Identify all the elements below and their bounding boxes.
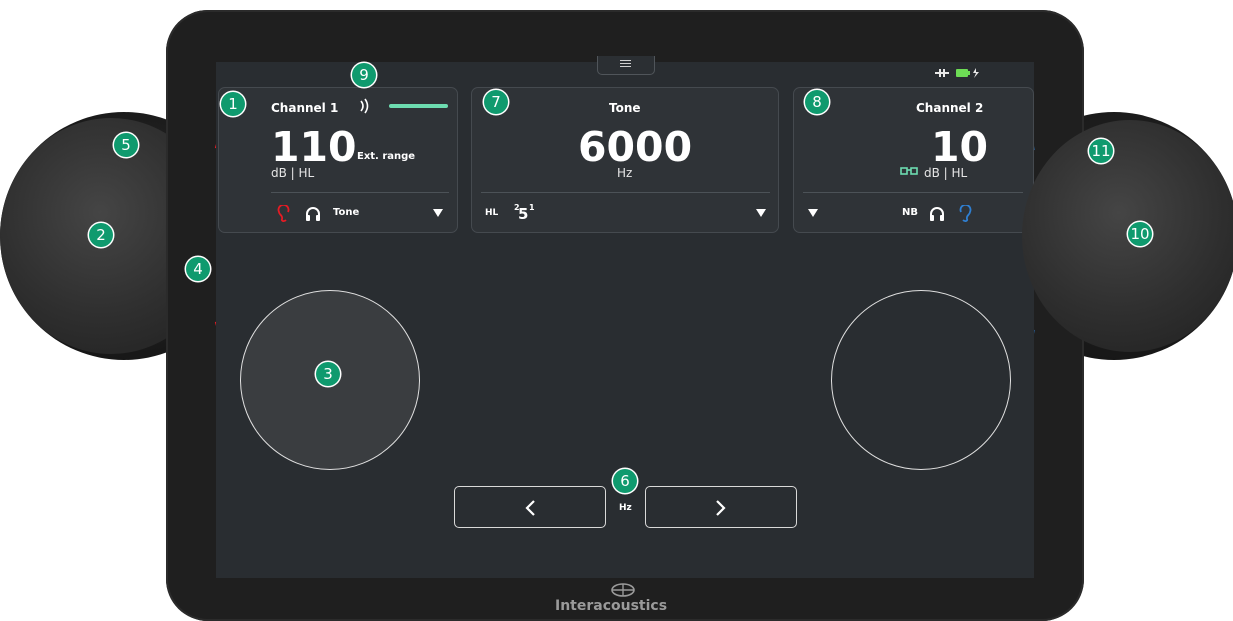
callout-4: 4 <box>186 257 210 281</box>
callout-5: 5 <box>114 133 138 157</box>
hamburger-icon <box>620 60 631 67</box>
callout-8: 8 <box>805 90 829 114</box>
chevron-left-icon <box>525 500 535 516</box>
callout-3: 3 <box>316 362 340 386</box>
stimulus-dropdown-icon[interactable] <box>756 209 766 217</box>
masking-glasses-icon <box>900 167 918 175</box>
step-size-value: 5 <box>518 205 529 223</box>
channel1-units: dB | HL <box>271 166 315 180</box>
channel2-dropdown-icon[interactable] <box>808 209 818 217</box>
right-ear-icon[interactable] <box>958 205 972 223</box>
frequency-units: Hz <box>617 166 633 180</box>
center-divider <box>481 192 770 193</box>
frequency-value: 6000 <box>578 123 693 171</box>
channel2-level: 10 <box>931 123 989 171</box>
vu-meter-bar <box>389 104 448 108</box>
headphones-icon[interactable] <box>929 206 945 221</box>
frequency-down-button[interactable] <box>454 486 606 528</box>
headphones-icon[interactable] <box>305 206 321 221</box>
chevron-right-icon <box>716 500 726 516</box>
channel1-dropdown-icon[interactable] <box>433 209 443 217</box>
step-size-sup-right: 1 <box>529 203 535 212</box>
stimulus-title: Tone <box>609 101 641 115</box>
right-touch-wheel[interactable] <box>831 290 1011 470</box>
battery-charging-icon <box>956 68 979 78</box>
callout-10: 10 <box>1128 222 1152 246</box>
channel1-stimulus: Tone <box>333 207 360 218</box>
frequency-up-button[interactable] <box>645 486 797 528</box>
brand-logo-icon <box>611 583 635 597</box>
brand-name: Interacoustics <box>555 598 668 614</box>
callout-2: 2 <box>89 223 113 247</box>
ext-range-label: Ext. range <box>357 151 416 162</box>
channel2-divider <box>803 192 1023 193</box>
channel2-stimulus: NB <box>902 207 918 218</box>
channel2-title: Channel 2 <box>916 101 984 115</box>
channel2-units: dB | HL <box>924 166 968 180</box>
channel1-level: 110 <box>271 123 357 171</box>
plug-icon <box>935 69 949 77</box>
callout-6: 6 <box>613 469 637 493</box>
callout-7: 7 <box>484 90 508 114</box>
callout-9: 9 <box>352 63 376 87</box>
callout-1: 1 <box>221 92 245 116</box>
left-ear-icon[interactable] <box>277 205 291 223</box>
sound-wave-icon <box>360 98 369 114</box>
channel1-divider <box>271 192 449 193</box>
mode-label: HL <box>485 208 499 218</box>
menu-tab[interactable] <box>597 56 655 75</box>
callout-11: 11 <box>1089 139 1113 163</box>
hz-label: Hz <box>619 503 632 513</box>
channel1-title: Channel 1 <box>271 101 339 115</box>
